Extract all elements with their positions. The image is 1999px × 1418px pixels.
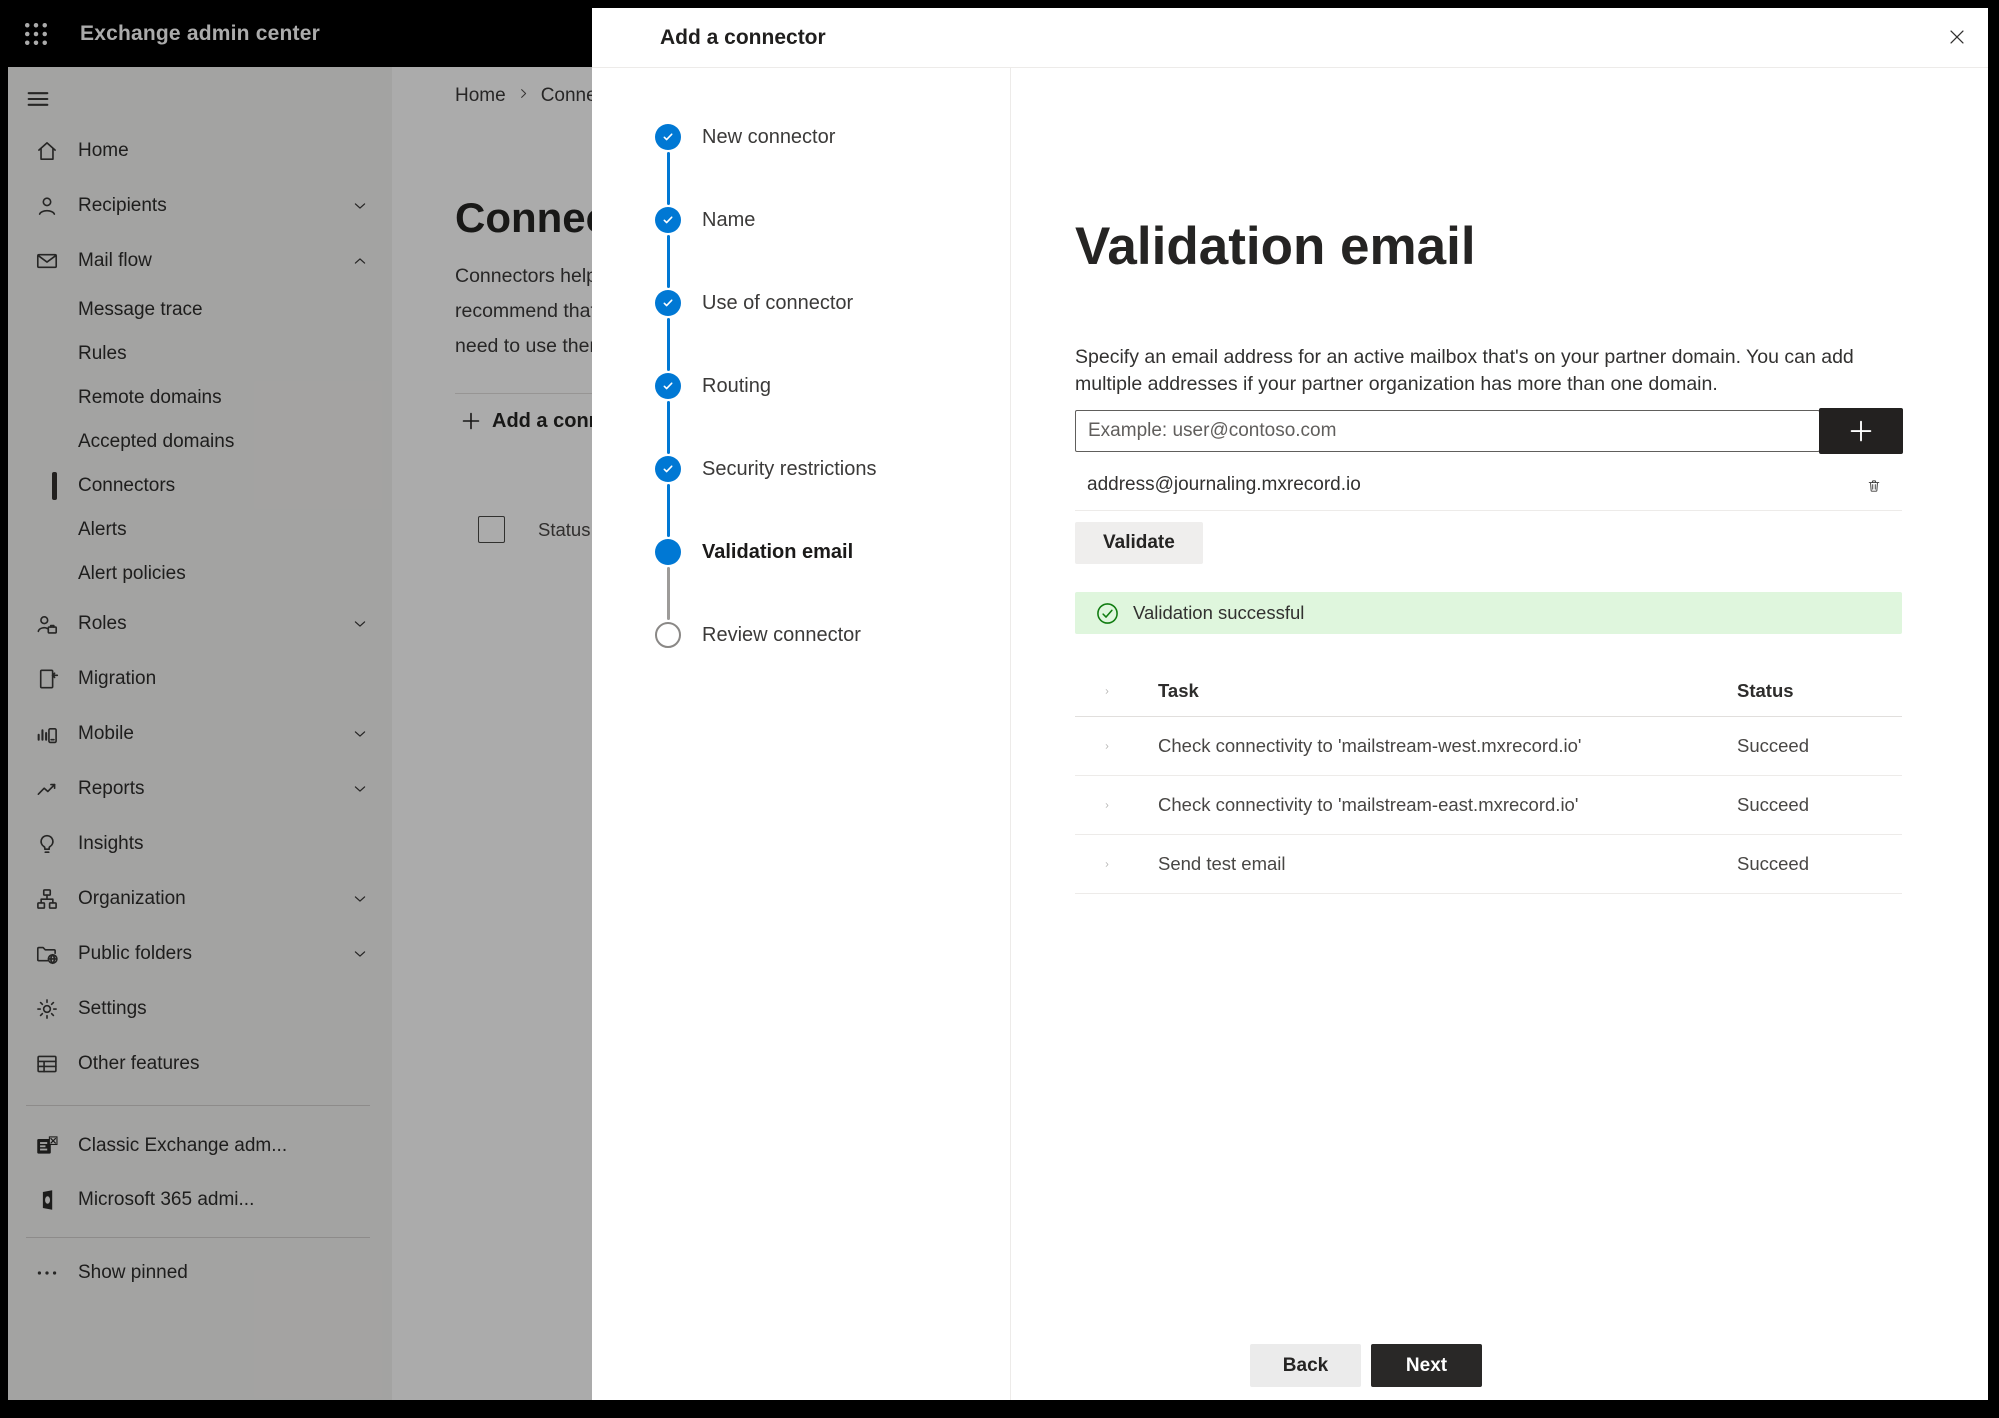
wizard-step-label: New connector [702, 126, 836, 148]
address-value: address@journaling.mxrecord.io [1087, 474, 1361, 495]
add-address-button[interactable] [1819, 408, 1903, 454]
step-upcoming-icon [655, 622, 681, 648]
step-check-icon [655, 373, 681, 399]
wizard-step-label: Use of connector [702, 292, 854, 314]
wizard-step-label: Security restrictions [702, 458, 877, 480]
step-check-icon [655, 124, 681, 150]
status-cell: Succeed [1737, 853, 1809, 874]
expand-all-chevron-icon[interactable] [1097, 681, 1117, 701]
panel-header: Add a connector [592, 8, 1988, 68]
step-current-icon [655, 539, 681, 565]
expand-row-chevron-icon[interactable] [1097, 795, 1117, 815]
task-column-header: Task [1158, 680, 1199, 701]
step-check-icon [655, 290, 681, 316]
back-button[interactable]: Back [1250, 1344, 1361, 1387]
expand-row-chevron-icon[interactable] [1097, 736, 1117, 756]
screen-border [0, 1400, 1999, 1418]
task-cell: Check connectivity to 'mailstream-west.m… [1158, 735, 1582, 756]
email-address-input[interactable] [1075, 410, 1820, 452]
wizard-connector-line [666, 152, 670, 205]
wizard-step-routing[interactable]: Routing [592, 373, 1010, 399]
address-list-item: address@journaling.mxrecord.io [1075, 460, 1902, 511]
wizard-connector-line [666, 484, 670, 537]
plus-icon [1850, 420, 1872, 442]
wizard-connector-line [666, 401, 670, 454]
banner-text: Validation successful [1133, 602, 1305, 623]
wizard-step-validation-email[interactable]: Validation email [592, 539, 1010, 565]
wizard-step-name[interactable]: Name [592, 207, 1010, 233]
wizard-step-label: Name [702, 209, 756, 231]
status-column-header: Status [1737, 680, 1794, 701]
task-cell: Send test email [1158, 853, 1286, 874]
status-cell: Succeed [1737, 735, 1809, 756]
next-button[interactable]: Next [1371, 1344, 1482, 1387]
wizard-step-label: Routing [702, 375, 771, 397]
task-row[interactable]: Check connectivity to 'mailstream-west.m… [1075, 717, 1902, 776]
wizard-step-label: Review connector [702, 624, 861, 646]
step-heading: Validation email [1075, 216, 1476, 276]
task-row[interactable]: Send test email Succeed [1075, 835, 1902, 894]
wizard-steps: New connector Name Use of connector Routing… [592, 68, 1011, 1400]
wizard-connector-line [666, 235, 670, 288]
validation-task-table: Task Status Check connectivity to 'mails… [1075, 666, 1902, 894]
status-cell: Succeed [1737, 794, 1809, 815]
step-check-icon [655, 456, 681, 482]
wizard-step-use-of-connector[interactable]: Use of connector [592, 290, 1010, 316]
screen-border [0, 0, 1999, 8]
panel-title: Add a connector [660, 25, 826, 49]
close-icon[interactable] [1938, 18, 1976, 56]
wizard-step-label: Validation email [702, 541, 854, 563]
wizard-connector-line [666, 567, 670, 620]
wizard-step-security-restrictions[interactable]: Security restrictions [592, 456, 1010, 482]
task-row[interactable]: Check connectivity to 'mailstream-east.m… [1075, 776, 1902, 835]
wizard-connector-line [666, 318, 670, 371]
task-cell: Check connectivity to 'mailstream-east.m… [1158, 794, 1579, 815]
add-connector-panel: Add a connector New connector Name Use of … [592, 8, 1988, 1400]
wizard-step-new-connector[interactable]: New connector [592, 124, 1010, 150]
exchange-admin-center-screen: Exchange admin center Home Recipients Mail… [0, 0, 1999, 1418]
screen-border [1988, 0, 1999, 1418]
step-check-icon [655, 207, 681, 233]
step-description: Specify an email address for an active m… [1075, 345, 1854, 395]
success-check-icon [1095, 601, 1120, 626]
wizard-step-review-connector[interactable]: Review connector [592, 622, 1010, 648]
validation-success-banner: Validation successful [1075, 592, 1902, 634]
screen-border [0, 0, 8, 1418]
expand-row-chevron-icon[interactable] [1097, 854, 1117, 874]
trash-icon[interactable] [1860, 472, 1888, 500]
task-table-header: Task Status [1075, 666, 1902, 717]
validate-button[interactable]: Validate [1075, 522, 1203, 564]
